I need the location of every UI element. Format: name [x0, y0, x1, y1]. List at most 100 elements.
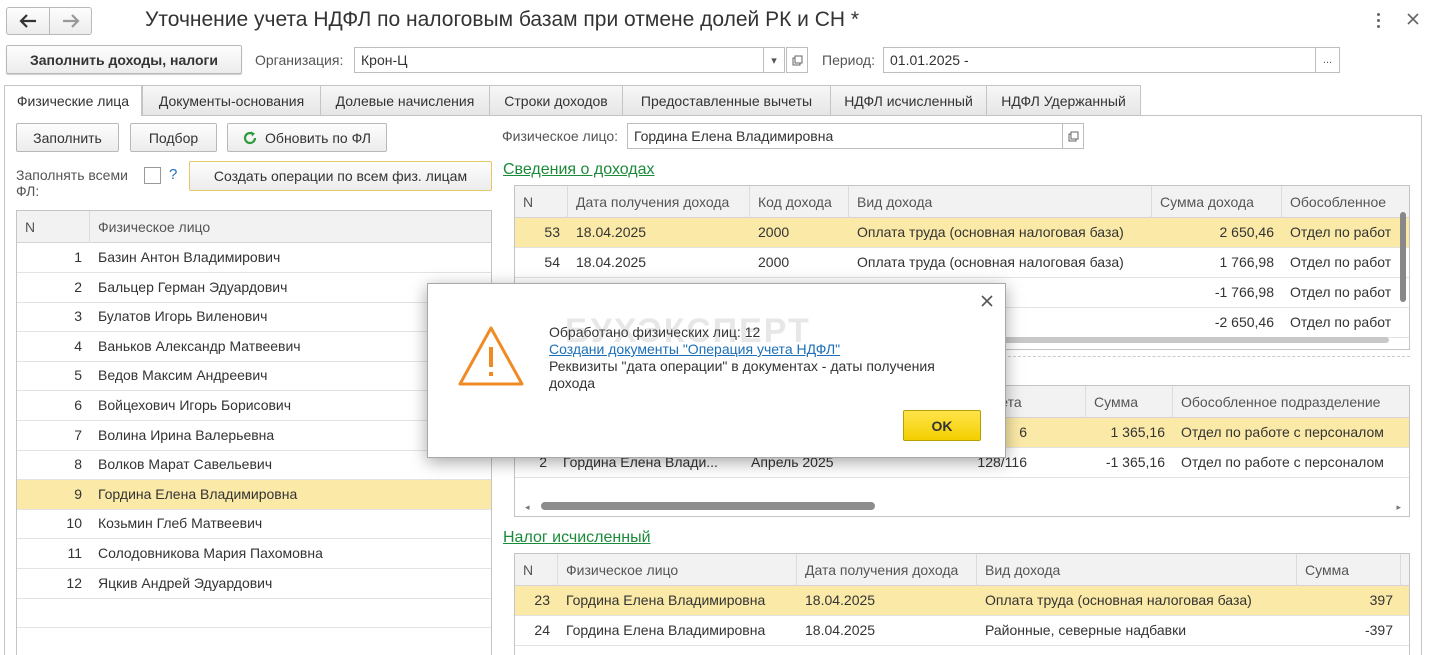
- table-row[interactable]: 7 Волина Ирина Валерьевна: [17, 421, 491, 451]
- income-date: 18.04.2025: [805, 622, 876, 638]
- income-date: 18.04.2025: [576, 254, 647, 270]
- tab-share-accruals[interactable]: Долевые начисления: [320, 85, 490, 115]
- close-icon[interactable]: [1404, 10, 1422, 28]
- tax-sum: -397: [1364, 622, 1393, 638]
- table-row[interactable]: 53 18.04.2025 2000 Оплата труда (основная н…: [515, 218, 1409, 248]
- table-row[interactable]: 54 18.04.2025 2000 Оплата труда (основная н…: [515, 248, 1409, 278]
- income-vscroll[interactable]: [1400, 212, 1406, 302]
- organization-open-button[interactable]: [786, 47, 808, 73]
- row-number: 3: [74, 308, 82, 325]
- income-code: 2000: [758, 254, 790, 270]
- watermark: БУХЭКСПЕРТ: [565, 312, 811, 350]
- col-person: Физическое лицо: [558, 554, 797, 586]
- department: Отдел по работе с персоналом: [1181, 424, 1384, 440]
- organization-field[interactable]: Крон-Ц: [354, 47, 764, 73]
- row-number: 12: [66, 574, 82, 591]
- table-row[interactable]: 2 Бальцер Герман Эдуардович: [17, 273, 491, 303]
- row-number: 24: [534, 622, 550, 638]
- window-title: Уточнение учета НДФЛ по налоговым базам …: [145, 8, 860, 31]
- arrow-left-icon: [19, 14, 36, 28]
- person-name: Гордина Елена Владимировна: [566, 592, 766, 608]
- income-type: Оплата труда (основная налоговая база): [857, 224, 1124, 240]
- income-section-title[interactable]: Сведения о доходах: [503, 161, 655, 179]
- refresh-by-person-button[interactable]: Обновить по ФЛ: [227, 123, 387, 152]
- fill-all-checkbox[interactable]: [144, 167, 161, 184]
- period-field[interactable]: 01.01.2025 -: [883, 47, 1316, 73]
- back-button[interactable]: [6, 7, 50, 35]
- table-row[interactable]: 23 Гордина Елена Владимировна 18.04.2025 Оп…: [515, 586, 1409, 616]
- table-row[interactable]: 4 Ваньков Александр Матвеевич: [17, 332, 491, 362]
- col-department: Обособленное: [1290, 194, 1387, 210]
- pick-button[interactable]: Подбор: [130, 123, 217, 152]
- organization-dropdown-button[interactable]: ▾: [763, 47, 785, 73]
- col-sum: Сумма дохода: [1152, 186, 1282, 218]
- dialog-line-requisites: Реквизиты "дата операции" в документах -…: [549, 358, 935, 374]
- table-row[interactable]: 6 Войцехович Игорь Борисович: [17, 391, 491, 421]
- table-row[interactable]: 24 Гордина Елена Владимировна 18.04.2025 Ра…: [515, 616, 1409, 646]
- scroll-right-icon[interactable]: ▸: [1396, 502, 1401, 513]
- fill-button[interactable]: Заполнить: [16, 123, 119, 152]
- tax-sum: 397: [1369, 592, 1393, 608]
- department: Отдел по работе с персоналом: [1181, 454, 1384, 470]
- table-row[interactable]: 3 Булатов Игорь Виленович: [17, 302, 491, 333]
- individuals-table-header: N Физическое лицо: [17, 211, 491, 243]
- person-open-button[interactable]: [1062, 123, 1084, 149]
- scroll-left-icon[interactable]: ◂: [525, 502, 530, 513]
- row-number: 6: [74, 397, 82, 413]
- table-row[interactable]: [17, 598, 491, 629]
- income-department: Отдел по работ: [1290, 224, 1392, 240]
- income-sum: -1 766,98: [1214, 284, 1274, 300]
- tab-ndfl-calculated[interactable]: НДФЛ исчисленный: [830, 85, 987, 115]
- person-name: Гордина Елена Владимировна: [98, 485, 298, 502]
- col-n: N: [515, 186, 568, 218]
- period-select-button[interactable]: ...: [1315, 47, 1340, 73]
- col-code: Код дохода: [750, 186, 849, 218]
- create-operations-button[interactable]: Создать операции по всем физ. лицам: [189, 161, 492, 191]
- result-dialog: Обработано физических лиц: 12 Создани до…: [427, 283, 1006, 458]
- open-icon: [792, 55, 802, 65]
- fill-incomes-button[interactable]: Заполнить доходы, налоги: [6, 45, 242, 74]
- table-row[interactable]: 10 Козьмин Глеб Матвеевич: [17, 509, 491, 540]
- income-type: Оплата труда (основная налоговая база): [857, 254, 1124, 270]
- row-number: 5: [74, 367, 82, 384]
- col-person: Физическое лицо: [98, 219, 211, 235]
- second-hscroll[interactable]: [541, 502, 875, 510]
- help-icon[interactable]: ?: [169, 166, 177, 183]
- col-sum: Сумма: [1086, 386, 1173, 418]
- table-row[interactable]: 11 Солодовникова Мария Пахомовна: [17, 539, 491, 569]
- table-row[interactable]: 8 Волков Марат Савельевич: [17, 450, 491, 481]
- row-number: 11: [67, 545, 82, 561]
- income-code: 2000: [758, 224, 790, 240]
- person-field[interactable]: Гордина Елена Владимировна: [627, 123, 1063, 149]
- tab-deductions[interactable]: Предоставленные вычеты: [622, 85, 831, 115]
- table-row[interactable]: 1 Базин Антон Владимирович: [17, 243, 491, 273]
- income-table-header: N Дата получения дохода Код дохода Вид д…: [515, 186, 1409, 218]
- fill-all-label: Заполнять всеми ФЛ:: [16, 167, 128, 199]
- income-date: 18.04.2025: [576, 224, 647, 240]
- refresh-icon: [243, 131, 257, 144]
- warning-icon: [457, 325, 525, 390]
- tab-individuals[interactable]: Физические лица: [4, 85, 142, 116]
- col-department: Обособленное подразделение: [1181, 394, 1381, 410]
- row-number: 10: [66, 515, 82, 532]
- ok-button[interactable]: OK: [903, 410, 981, 441]
- forward-button[interactable]: [49, 7, 92, 35]
- kebab-icon[interactable]: [1372, 10, 1384, 30]
- table-row[interactable]: 12 Яцкив Андрей Эдуардович: [17, 569, 491, 599]
- tax-section-title[interactable]: Налог исчисленный: [503, 529, 651, 547]
- table-row[interactable]: 9 Гордина Елена Владимировна: [17, 479, 491, 510]
- income-sum: -2 650,46: [1214, 314, 1274, 330]
- tab-source-documents[interactable]: Документы-основания: [142, 85, 321, 115]
- col-type: Вид дохода: [849, 186, 1152, 218]
- col-n: N: [17, 211, 90, 243]
- row-number: 53: [544, 224, 560, 240]
- col-date: Дата получения дохода: [797, 554, 977, 586]
- row-number: 7: [74, 426, 82, 443]
- tab-income-lines[interactable]: Строки доходов: [489, 85, 623, 115]
- table-row[interactable]: 5 Ведов Максим Андреевич: [17, 361, 491, 392]
- tab-ndfl-withheld[interactable]: НДФЛ Удержанный: [986, 85, 1141, 115]
- open-icon: [1068, 131, 1078, 141]
- row-number: 1: [74, 249, 82, 265]
- dialog-close-icon[interactable]: [979, 293, 995, 309]
- person-name: Солодовникова Мария Пахомовна: [98, 545, 323, 561]
